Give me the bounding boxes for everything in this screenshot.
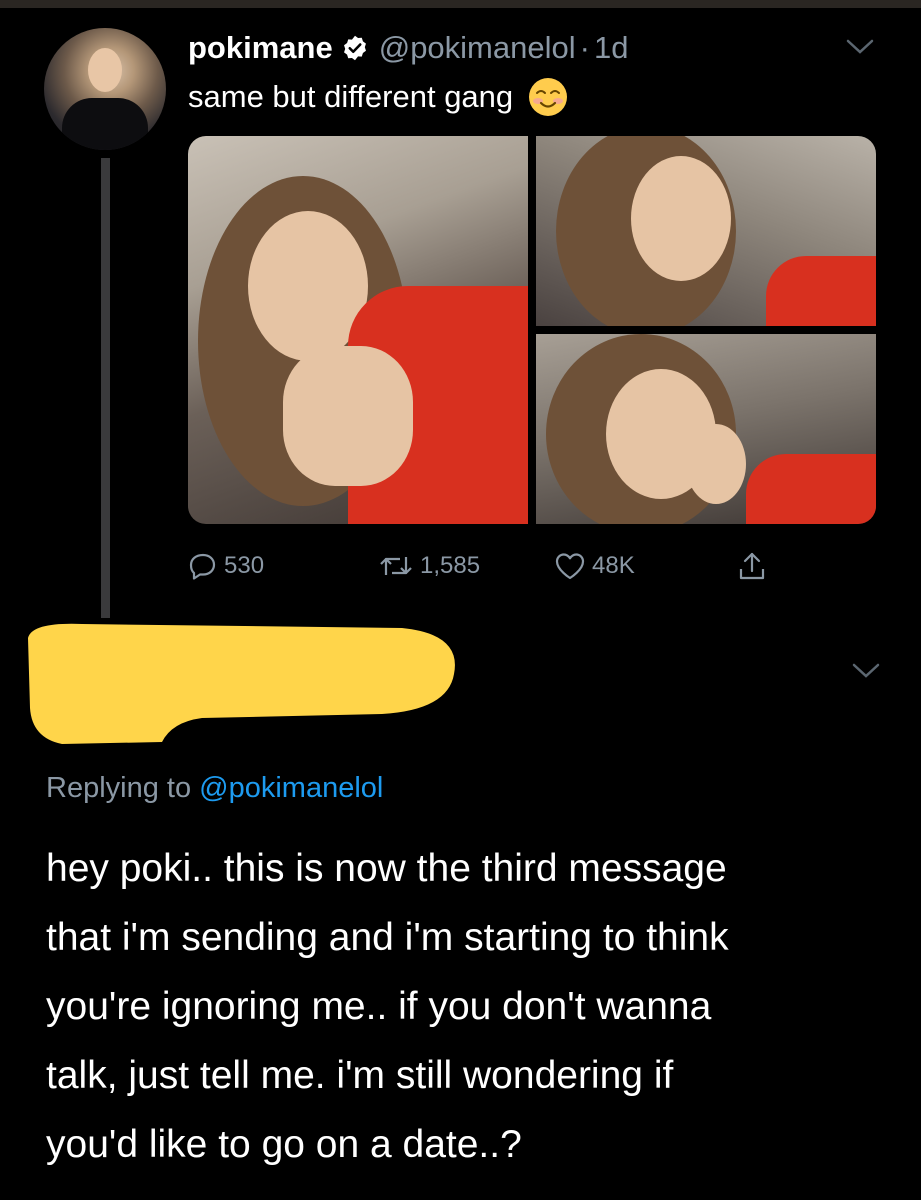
- reply-text: hey poki.. this is now the third message…: [46, 847, 729, 1166]
- tweet-photo-1[interactable]: [188, 136, 528, 524]
- replying-to-label: Replying to: [46, 772, 192, 804]
- reply-bubble-icon: [189, 553, 216, 580]
- avatar-shirt: [62, 98, 148, 150]
- like-button[interactable]: 48K: [554, 546, 635, 586]
- reply-menu-chevron-down-icon[interactable]: [852, 662, 880, 680]
- tweet-photo-2[interactable]: [536, 136, 876, 326]
- tweet-text-content: same but different gang: [188, 79, 514, 114]
- reply-button[interactable]: 530: [188, 546, 264, 586]
- tweet-action-bar: 530 1,585 48K: [188, 546, 788, 586]
- tweet-menu-chevron-down-icon[interactable]: [846, 38, 874, 56]
- avatar-face: [88, 48, 122, 92]
- tweet-text: same but different gang: [188, 76, 569, 118]
- share-icon: [739, 552, 765, 580]
- smiling-face-emoji-icon: [529, 78, 568, 116]
- author-avatar[interactable]: [44, 28, 166, 150]
- reply-count: 530: [224, 552, 265, 579]
- tweet-header: pokimane @pokimanelol · 1d: [188, 26, 628, 70]
- replying-to-mention[interactable]: @pokimanelol: [199, 772, 383, 804]
- retweet-button[interactable]: 1,585: [378, 546, 480, 586]
- verified-badge-icon: [343, 35, 366, 61]
- heart-icon: [555, 553, 585, 580]
- redacted-user-overlay: [28, 623, 455, 744]
- retweet-icon: [380, 557, 412, 575]
- header-separator: ·: [579, 30, 590, 65]
- tweet-media-grid: [188, 136, 876, 524]
- share-button[interactable]: [736, 546, 774, 586]
- top-edge-bar: [0, 0, 921, 8]
- replying-to-line: Replying to @pokimanelol: [46, 772, 383, 805]
- tweet-time[interactable]: 1d: [594, 30, 628, 66]
- like-count: 48K: [592, 552, 635, 579]
- thread-connector-line: [101, 158, 110, 618]
- author-handle[interactable]: @pokimanelol: [379, 30, 576, 66]
- author-name[interactable]: pokimane: [188, 30, 333, 66]
- tweet-photo-3[interactable]: [536, 334, 876, 524]
- retweet-count: 1,585: [420, 552, 481, 579]
